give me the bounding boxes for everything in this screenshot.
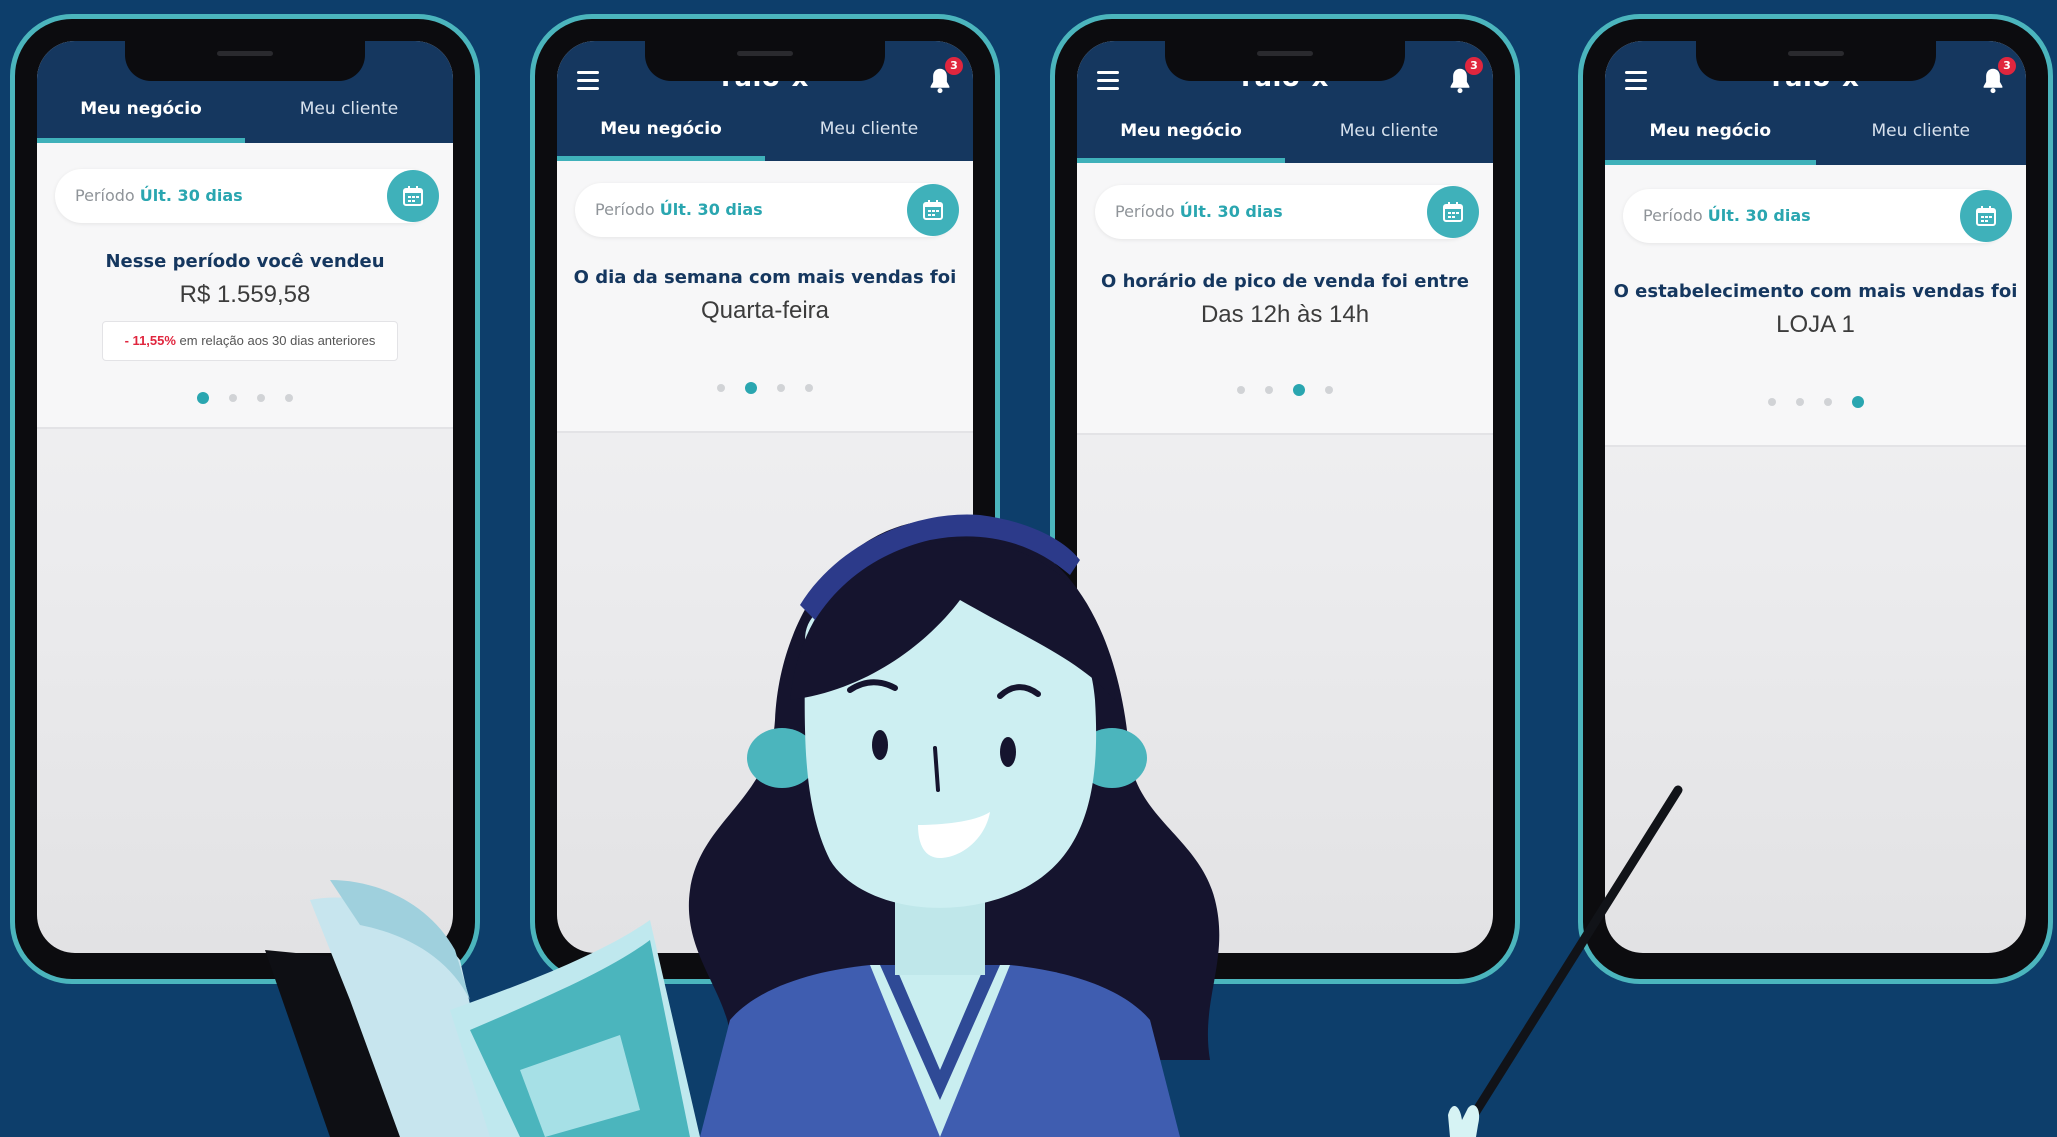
phone-notch [1165,41,1405,81]
woman-eye [872,730,888,760]
phone-notch [645,41,885,81]
pointer-stick [1448,785,1683,1137]
presenter-illustration [265,514,1683,1137]
phone-notch [125,41,365,81]
open-book [265,880,700,1137]
woman-eye [1000,737,1016,767]
woman-body [700,965,1180,1137]
phone-notch [1695,41,1936,81]
